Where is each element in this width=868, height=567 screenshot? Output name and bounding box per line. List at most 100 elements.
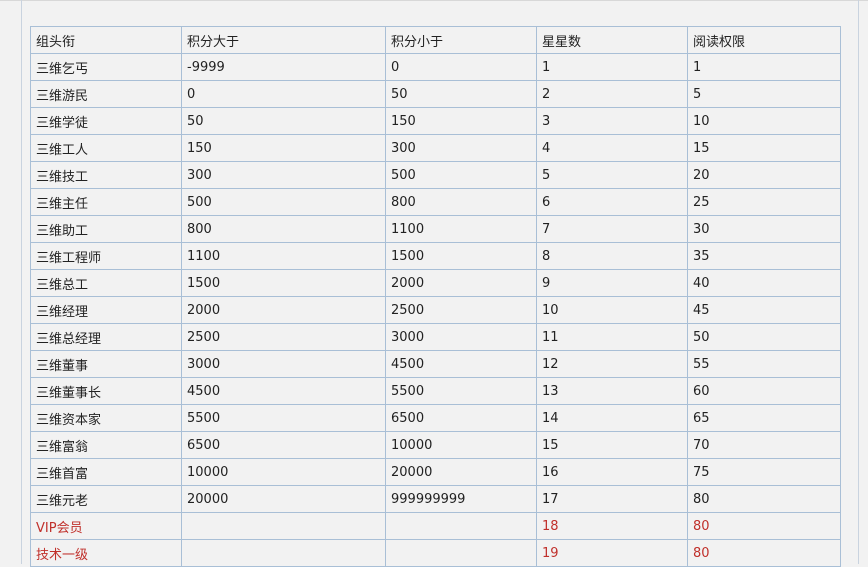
cell-read-permission: 5 bbox=[687, 80, 841, 108]
table-row: 三维元老 20000 999999999 17 80 bbox=[30, 485, 841, 513]
cell-stars: 1 bbox=[536, 53, 688, 81]
cell-stars: 9 bbox=[536, 269, 688, 297]
table-row: 三维学徒 50 150 3 10 bbox=[30, 107, 841, 135]
cell-points-max: 1100 bbox=[385, 215, 537, 243]
cell-points-min: 2000 bbox=[181, 296, 386, 324]
cell-group-title: 三维董事长 bbox=[30, 377, 182, 405]
table-row: 三维董事 3000 4500 12 55 bbox=[30, 350, 841, 378]
cell-read-permission: 25 bbox=[687, 188, 841, 216]
cell-points-min: 4500 bbox=[181, 377, 386, 405]
cell-stars: 16 bbox=[536, 458, 688, 486]
cell-group-title: 三维助工 bbox=[30, 215, 182, 243]
special-table-row: 技术一级 19 80 bbox=[30, 539, 841, 567]
cell-read-permission: 60 bbox=[687, 377, 841, 405]
cell-group-title: 三维工人 bbox=[30, 134, 182, 162]
table-row: 三维游民 0 50 2 5 bbox=[30, 80, 841, 108]
cell-stars: 18 bbox=[536, 512, 688, 540]
table-row: 三维助工 800 1100 7 30 bbox=[30, 215, 841, 243]
cell-points-max bbox=[385, 539, 537, 567]
cell-read-permission: 15 bbox=[687, 134, 841, 162]
cell-stars: 15 bbox=[536, 431, 688, 459]
table-row: 三维技工 300 500 5 20 bbox=[30, 161, 841, 189]
cell-stars: 7 bbox=[536, 215, 688, 243]
header-points-min: 积分大于 bbox=[181, 26, 386, 54]
table-row: 三维工人 150 300 4 15 bbox=[30, 134, 841, 162]
table-row: 三维工程师 1100 1500 8 35 bbox=[30, 242, 841, 270]
cell-read-permission: 45 bbox=[687, 296, 841, 324]
cell-group-title: 三维乞丐 bbox=[30, 53, 182, 81]
cell-read-permission: 20 bbox=[687, 161, 841, 189]
cell-group-title: 三维总经理 bbox=[30, 323, 182, 351]
cell-read-permission: 55 bbox=[687, 350, 841, 378]
cell-points-max: 300 bbox=[385, 134, 537, 162]
header-stars: 星星数 bbox=[536, 26, 688, 54]
cell-points-min bbox=[181, 512, 386, 540]
cell-group-title: VIP会员 bbox=[30, 512, 182, 540]
cell-read-permission: 1 bbox=[687, 53, 841, 81]
cell-points-max: 800 bbox=[385, 188, 537, 216]
cell-points-max: 4500 bbox=[385, 350, 537, 378]
cell-group-title: 三维工程师 bbox=[30, 242, 182, 270]
cell-group-title: 三维经理 bbox=[30, 296, 182, 324]
cell-points-min: 6500 bbox=[181, 431, 386, 459]
table-header-row: 组头衔 积分大于 积分小于 星星数 阅读权限 bbox=[30, 26, 841, 54]
cell-points-max: 50 bbox=[385, 80, 537, 108]
cell-read-permission: 80 bbox=[687, 512, 841, 540]
cell-points-max: 150 bbox=[385, 107, 537, 135]
cell-stars: 5 bbox=[536, 161, 688, 189]
cell-points-min: 150 bbox=[181, 134, 386, 162]
cell-group-title: 三维首富 bbox=[30, 458, 182, 486]
cell-points-min: 50 bbox=[181, 107, 386, 135]
cell-stars: 12 bbox=[536, 350, 688, 378]
header-read-permission: 阅读权限 bbox=[687, 26, 841, 54]
cell-read-permission: 50 bbox=[687, 323, 841, 351]
cell-points-max: 1500 bbox=[385, 242, 537, 270]
cell-points-max: 999999999 bbox=[385, 485, 537, 513]
cell-stars: 14 bbox=[536, 404, 688, 432]
cell-points-min: -9999 bbox=[181, 53, 386, 81]
cell-read-permission: 30 bbox=[687, 215, 841, 243]
cell-group-title: 三维游民 bbox=[30, 80, 182, 108]
cell-group-title: 三维总工 bbox=[30, 269, 182, 297]
table-row: 三维总工 1500 2000 9 40 bbox=[30, 269, 841, 297]
cell-points-max: 6500 bbox=[385, 404, 537, 432]
group-rank-table: 组头衔 积分大于 积分小于 星星数 阅读权限 三维乞丐 -9999 0 1 1 三维游民 0… bbox=[30, 26, 841, 567]
cell-points-min: 800 bbox=[181, 215, 386, 243]
table-row: 三维首富 10000 20000 16 75 bbox=[30, 458, 841, 486]
cell-group-title: 技术一级 bbox=[30, 539, 182, 567]
cell-stars: 11 bbox=[536, 323, 688, 351]
cell-read-permission: 70 bbox=[687, 431, 841, 459]
cell-group-title: 三维元老 bbox=[30, 485, 182, 513]
cell-points-min: 1500 bbox=[181, 269, 386, 297]
cell-points-min: 300 bbox=[181, 161, 386, 189]
cell-read-permission: 35 bbox=[687, 242, 841, 270]
cell-stars: 2 bbox=[536, 80, 688, 108]
cell-read-permission: 10 bbox=[687, 107, 841, 135]
cell-points-min: 0 bbox=[181, 80, 386, 108]
cell-points-max: 5500 bbox=[385, 377, 537, 405]
rank-table-body: 组头衔 积分大于 积分小于 星星数 阅读权限 三维乞丐 -9999 0 1 1 三维游民 0… bbox=[30, 26, 841, 567]
table-row: 三维总经理 2500 3000 11 50 bbox=[30, 323, 841, 351]
cell-stars: 4 bbox=[536, 134, 688, 162]
table-row: 三维经理 2000 2500 10 45 bbox=[30, 296, 841, 324]
frame-right-border bbox=[858, 0, 859, 564]
cell-read-permission: 80 bbox=[687, 539, 841, 567]
cell-points-min: 20000 bbox=[181, 485, 386, 513]
cell-group-title: 三维资本家 bbox=[30, 404, 182, 432]
cell-stars: 6 bbox=[536, 188, 688, 216]
cell-points-min: 10000 bbox=[181, 458, 386, 486]
cell-read-permission: 75 bbox=[687, 458, 841, 486]
table-row: 三维董事长 4500 5500 13 60 bbox=[30, 377, 841, 405]
cell-read-permission: 65 bbox=[687, 404, 841, 432]
cell-points-max: 3000 bbox=[385, 323, 537, 351]
table-row: 三维乞丐 -9999 0 1 1 bbox=[30, 53, 841, 81]
cell-read-permission: 80 bbox=[687, 485, 841, 513]
cell-points-max: 10000 bbox=[385, 431, 537, 459]
cell-read-permission: 40 bbox=[687, 269, 841, 297]
cell-points-max: 2000 bbox=[385, 269, 537, 297]
cell-group-title: 三维技工 bbox=[30, 161, 182, 189]
cell-group-title: 三维学徒 bbox=[30, 107, 182, 135]
cell-group-title: 三维富翁 bbox=[30, 431, 182, 459]
cell-group-title: 三维董事 bbox=[30, 350, 182, 378]
cell-points-min: 3000 bbox=[181, 350, 386, 378]
